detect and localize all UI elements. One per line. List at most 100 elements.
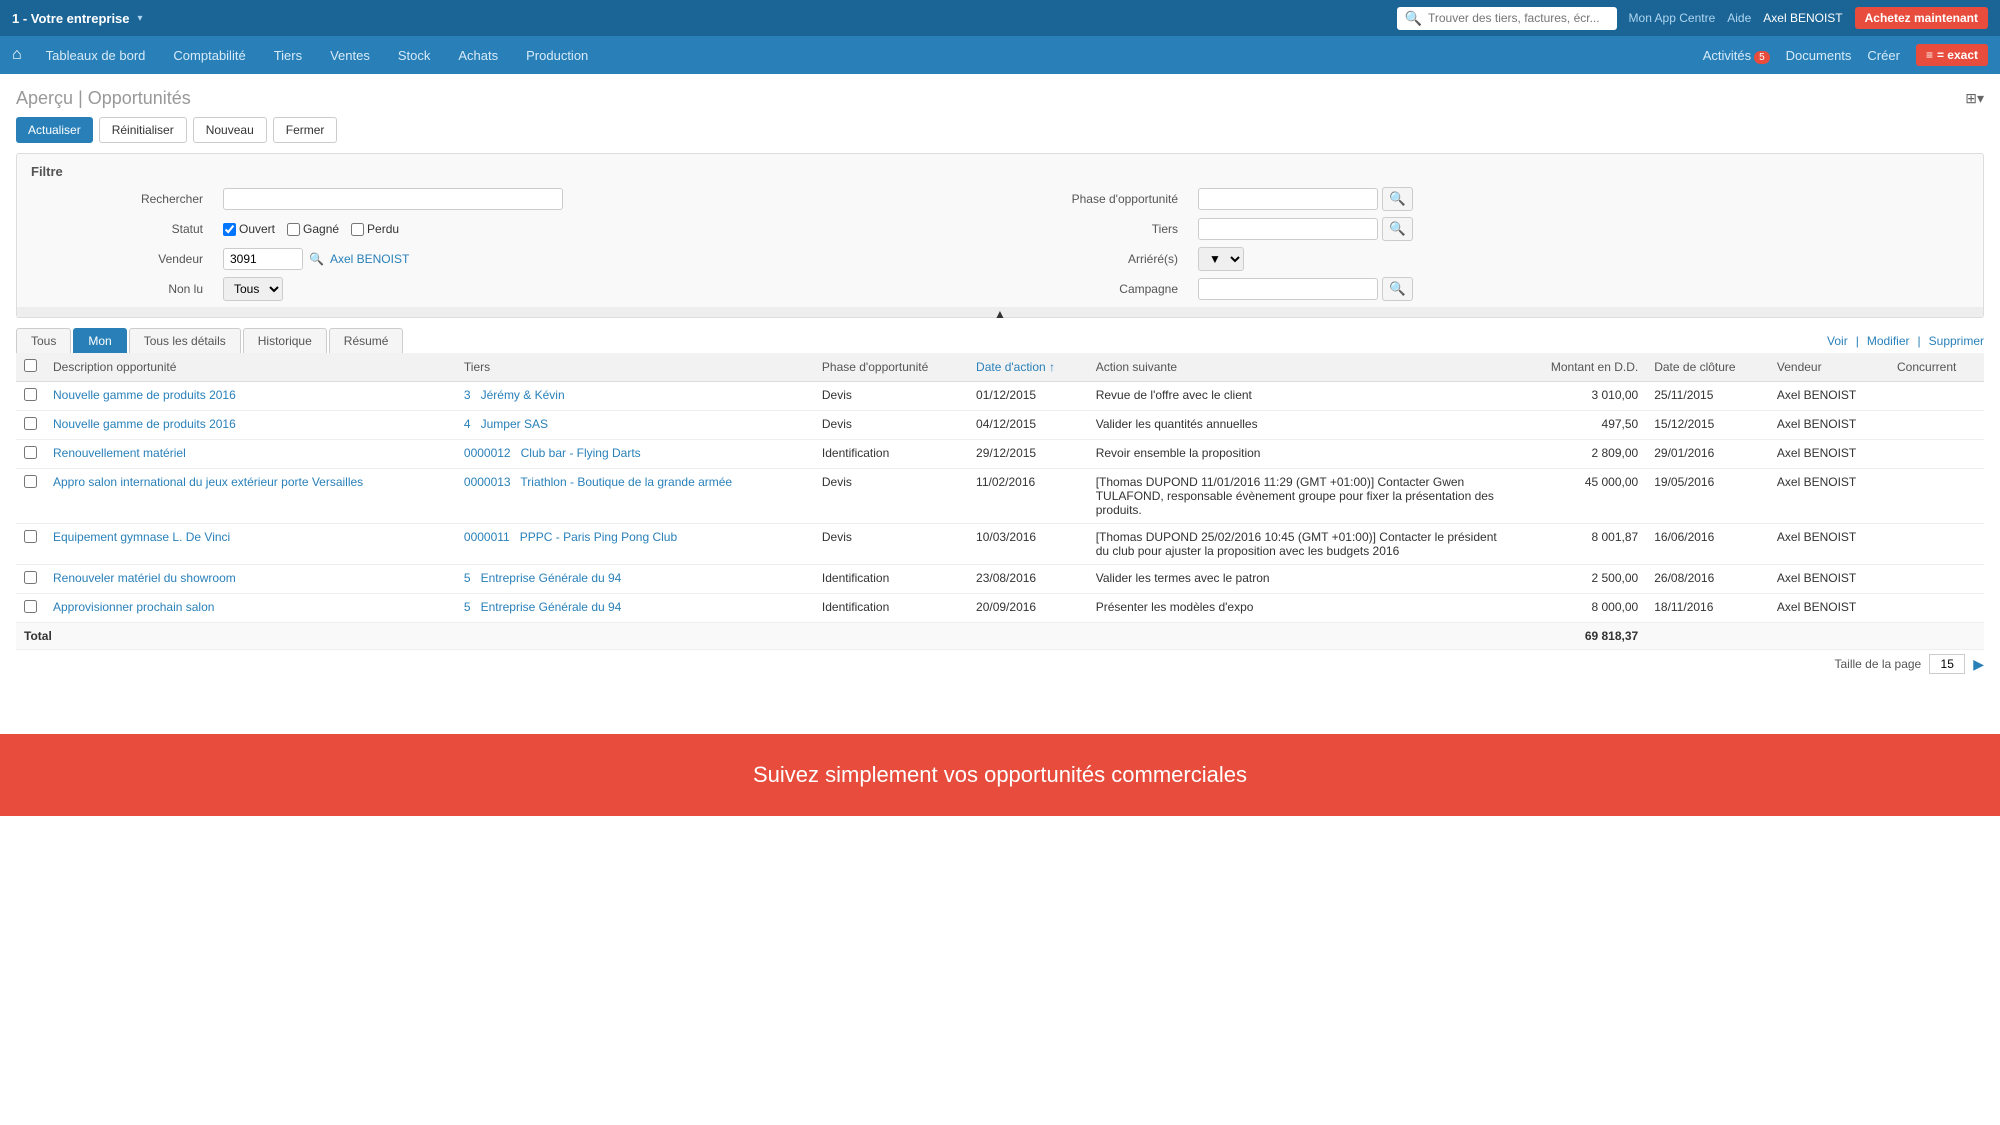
achetez-button[interactable]: Achetez maintenant [1855, 7, 1988, 29]
col-vendeur[interactable]: Vendeur [1769, 353, 1889, 382]
row-tiers-name-link[interactable]: Triathlon - Boutique de la grande armée [520, 475, 732, 489]
search-input[interactable] [1428, 11, 1609, 25]
phase-search-btn[interactable]: 🔍 [1382, 187, 1413, 211]
breadcrumb: Aperçu | Opportunités [16, 88, 191, 109]
row-checkbox[interactable] [24, 388, 37, 401]
row-description-link[interactable]: Renouveler matériel du showroom [53, 571, 236, 585]
phase-input[interactable] [1198, 188, 1378, 210]
supprimer-action[interactable]: Supprimer [1929, 334, 1984, 348]
row-checkbox[interactable] [24, 530, 37, 543]
exact-icon: ≡ [1926, 48, 1933, 62]
statut-perdu-label[interactable]: Perdu [351, 222, 399, 236]
statut-gagne-checkbox[interactable] [287, 223, 300, 236]
table-row: Appro salon international du jeux extéri… [16, 469, 1984, 524]
col-montant[interactable]: Montant en D.D. [1516, 353, 1646, 382]
voir-action[interactable]: Voir [1827, 334, 1848, 348]
nav-stock[interactable]: Stock [386, 40, 443, 71]
row-checkbox[interactable] [24, 475, 37, 488]
tab-historique[interactable]: Historique [243, 328, 327, 353]
modifier-action[interactable]: Modifier [1867, 334, 1910, 348]
tab-tous-details[interactable]: Tous les détails [129, 328, 241, 353]
arrieres-select[interactable]: ▼ [1198, 247, 1244, 271]
row-checkbox[interactable] [24, 571, 37, 584]
toolbar: Actualiser Réinitialiser Nouveau Fermer [0, 117, 2000, 153]
nav-comptabilite[interactable]: Comptabilité [161, 40, 257, 71]
row-tiers-name-link[interactable]: Entreprise Générale du 94 [481, 600, 622, 614]
statut-perdu-checkbox[interactable] [351, 223, 364, 236]
row-description-link[interactable]: Nouvelle gamme de produits 2016 [53, 417, 236, 431]
view-options[interactable]: ⊞▾ [1965, 90, 1984, 107]
select-all-checkbox[interactable] [24, 359, 37, 372]
col-date-cloture[interactable]: Date de clôture [1646, 353, 1769, 382]
rechercher-input[interactable] [223, 188, 563, 210]
col-phase[interactable]: Phase d'opportunité [814, 353, 968, 382]
nav-production[interactable]: Production [514, 40, 600, 71]
row-tiers-name-link[interactable]: PPPC - Paris Ping Pong Club [520, 530, 677, 544]
statut-gagne-label[interactable]: Gagné [287, 222, 339, 236]
tab-mon[interactable]: Mon [73, 328, 126, 353]
tab-tous[interactable]: Tous [16, 328, 71, 353]
row-checkbox[interactable] [24, 417, 37, 430]
actualiser-button[interactable]: Actualiser [16, 117, 93, 143]
row-description-link[interactable]: Renouvellement matériel [53, 446, 186, 460]
filter-collapse-bar[interactable]: ▲ [17, 307, 1983, 317]
statut-ouvert-label[interactable]: Ouvert [223, 222, 275, 236]
col-action-suivante[interactable]: Action suivante [1088, 353, 1516, 382]
statut-ouvert-checkbox[interactable] [223, 223, 236, 236]
row-tiers: 0000013 Triathlon - Boutique de la grand… [456, 469, 814, 524]
view-icon: ⊞▾ [1965, 90, 1984, 107]
row-tiers-name-link[interactable]: Entreprise Générale du 94 [481, 571, 622, 585]
next-page-icon[interactable]: ▶ [1973, 656, 1984, 673]
page-size-input[interactable] [1929, 654, 1965, 674]
col-concurrent[interactable]: Concurrent [1889, 353, 1984, 382]
row-checkbox[interactable] [24, 446, 37, 459]
app-centre-link[interactable]: Mon App Centre [1629, 11, 1716, 25]
tiers-search-btn[interactable]: 🔍 [1382, 217, 1413, 241]
row-tiers-id-link[interactable]: 0000012 [464, 446, 511, 460]
non-lu-label: Non lu [31, 282, 211, 296]
non-lu-select[interactable]: Tous [223, 277, 283, 301]
row-checkbox[interactable] [24, 600, 37, 613]
row-description-link[interactable]: Approvisionner prochain salon [53, 600, 214, 614]
nav-tableaux[interactable]: Tableaux de bord [34, 40, 158, 71]
campagne-search-btn[interactable]: 🔍 [1382, 277, 1413, 301]
reinitialiser-button[interactable]: Réinitialiser [99, 117, 187, 143]
vendeur-input[interactable] [223, 248, 303, 270]
row-tiers-id-link[interactable]: 5 [464, 600, 471, 614]
tiers-input[interactable] [1198, 218, 1378, 240]
row-tiers-name-link[interactable]: Club bar - Flying Darts [521, 446, 641, 460]
row-tiers-name-link[interactable]: Jérémy & Kévin [481, 388, 565, 402]
row-tiers-id-link[interactable]: 3 [464, 388, 471, 402]
tab-resume[interactable]: Résumé [329, 328, 404, 353]
row-tiers-id-link[interactable]: 4 [464, 417, 471, 431]
vendeur-link[interactable]: Axel BENOIST [330, 252, 409, 266]
page-header: Aperçu | Opportunités ⊞▾ [0, 74, 2000, 117]
nav-ventes[interactable]: Ventes [318, 40, 382, 71]
creer-link[interactable]: Créer [1867, 48, 1900, 63]
row-phase: Identification [814, 440, 968, 469]
row-montant: 2 809,00 [1516, 440, 1646, 469]
row-tiers-name-link[interactable]: Jumper SAS [481, 417, 548, 431]
exact-button[interactable]: ≡ = exact [1916, 44, 1988, 66]
col-date-action[interactable]: Date d'action ↑ [968, 353, 1088, 382]
nav-achats[interactable]: Achats [446, 40, 510, 71]
row-tiers-id-link[interactable]: 0000013 [464, 475, 511, 489]
activites-link[interactable]: Activités5 [1703, 48, 1770, 63]
row-tiers-id-link[interactable]: 0000011 [464, 530, 510, 544]
col-description[interactable]: Description opportunité [45, 353, 456, 382]
row-description-link[interactable]: Nouvelle gamme de produits 2016 [53, 388, 236, 402]
fermer-button[interactable]: Fermer [273, 117, 338, 143]
nouveau-button[interactable]: Nouveau [193, 117, 267, 143]
company-dropdown-icon[interactable]: ▾ [138, 13, 143, 24]
row-description-link[interactable]: Appro salon international du jeux extéri… [53, 475, 363, 489]
home-icon[interactable]: ⌂ [12, 46, 22, 64]
nav-tiers[interactable]: Tiers [262, 40, 314, 71]
row-description-link[interactable]: Equipement gymnase L. De Vinci [53, 530, 230, 544]
row-checkbox-cell [16, 469, 45, 524]
campagne-input[interactable] [1198, 278, 1378, 300]
col-tiers[interactable]: Tiers [456, 353, 814, 382]
aide-link[interactable]: Aide [1727, 11, 1751, 25]
documents-link[interactable]: Documents [1786, 48, 1852, 63]
row-tiers-id-link[interactable]: 5 [464, 571, 471, 585]
company-name[interactable]: 1 - Votre entreprise [12, 11, 130, 26]
